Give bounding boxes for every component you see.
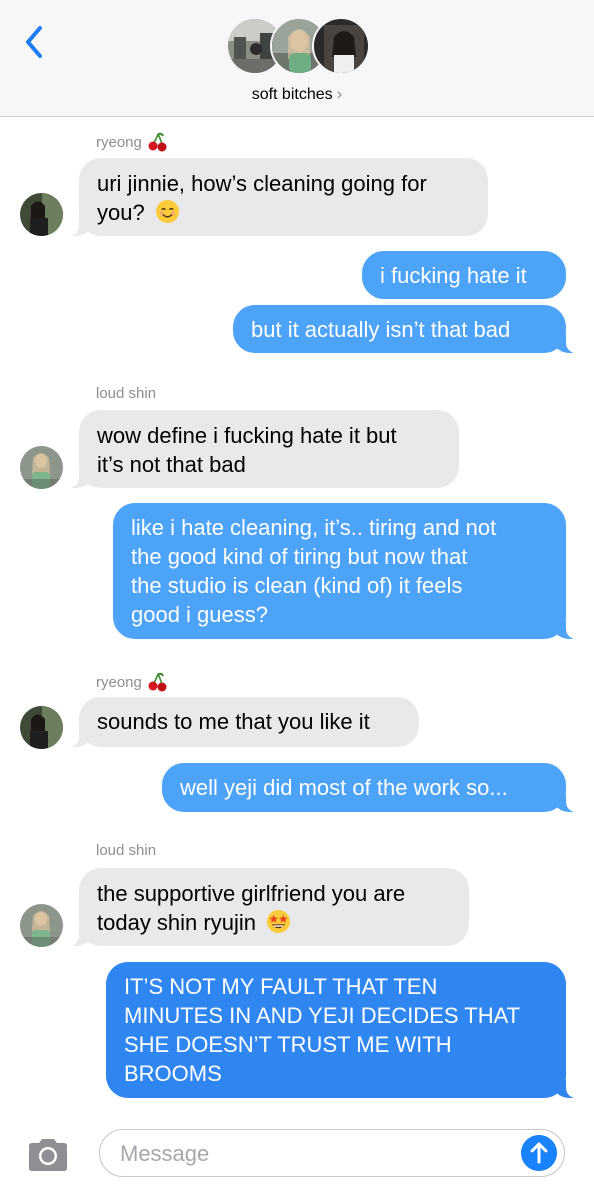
message-line: IT’S NOT MY FAULT THAT TEN (124, 974, 438, 999)
star-struck-icon (267, 909, 291, 934)
sender-avatar[interactable] (20, 446, 63, 489)
message-line: the good kind of tiring but now that (131, 544, 468, 569)
smiling-face-icon (155, 199, 179, 224)
outgoing-message[interactable]: i fucking hate it (362, 251, 566, 299)
message-line: sounds to me that you like it (97, 709, 370, 734)
message-line: good i guess? (131, 602, 268, 627)
sender-label: ryeong (96, 133, 142, 151)
sender-avatar[interactable] (20, 904, 63, 947)
message-line: well yeji did most of the work so... (180, 775, 508, 800)
outgoing-message[interactable]: well yeji did most of the work so... (162, 763, 576, 812)
message-field[interactable] (99, 1129, 565, 1177)
message-line: uri jinnie, how’s cleaning going for (97, 171, 427, 196)
group-avatars[interactable] (226, 17, 370, 77)
message-input[interactable] (118, 1138, 502, 1170)
camera-icon[interactable] (25, 1137, 71, 1173)
message-line: wow define i fucking hate it but (97, 423, 397, 448)
cherry-icon (148, 672, 167, 692)
message-line: but it actually isn’t that bad (251, 317, 511, 342)
outgoing-message[interactable]: but it actually isn’t that bad (233, 305, 576, 353)
message-line: the supportive girlfriend you are (97, 881, 406, 906)
message-line: SHE DOESN’T TRUST ME WITH (124, 1032, 452, 1057)
message-line: the studio is clean (kind of) it feels (131, 573, 463, 598)
incoming-message[interactable]: uri jinnie, how’s cleaning going for you… (69, 158, 488, 236)
sender-label: loud shin (96, 385, 157, 402)
incoming-message[interactable]: sounds to me that you like it (69, 697, 419, 747)
message-line: MINUTES IN AND YEJI DECIDES THAT (124, 1003, 521, 1028)
message-line: today shin ryujin (97, 910, 256, 935)
message-line: it’s not that bad (97, 452, 246, 477)
incoming-message[interactable]: wow define i fucking hate it but it’s no… (69, 410, 459, 488)
chevron-left-icon[interactable] (20, 22, 50, 62)
arrow-up-icon[interactable] (521, 1135, 557, 1171)
member-avatar (312, 17, 370, 75)
conversation-header: soft bitches › (0, 0, 594, 117)
message-line: you? (97, 200, 145, 225)
sender-label: loud shin (96, 842, 157, 859)
sender-avatar[interactable] (20, 706, 63, 749)
message-line: like i hate cleaning, it’s.. tiring and … (131, 515, 497, 540)
sender-avatar[interactable] (20, 193, 63, 236)
outgoing-message[interactable]: like i hate cleaning, it’s.. tiring and … (113, 503, 576, 639)
group-name[interactable]: soft bitches › (0, 84, 594, 104)
chevron-right-icon: › (336, 84, 343, 103)
outgoing-message[interactable]: IT’S NOT MY FAULT THAT TEN MINUTES IN AN… (106, 962, 576, 1098)
sender-name: loud shin (96, 385, 156, 402)
sender-name: ryeong (96, 672, 168, 692)
cherry-icon (148, 132, 167, 152)
sender-label: ryeong (96, 673, 142, 691)
incoming-message[interactable]: the supportive girlfriend you are today … (69, 868, 469, 946)
sender-name: loud shin (96, 842, 156, 859)
sender-name: ryeong (96, 132, 168, 152)
group-name-label: soft bitches (251, 86, 333, 103)
message-line: i fucking hate it (380, 263, 527, 288)
message-line: BROOMS (124, 1061, 222, 1086)
